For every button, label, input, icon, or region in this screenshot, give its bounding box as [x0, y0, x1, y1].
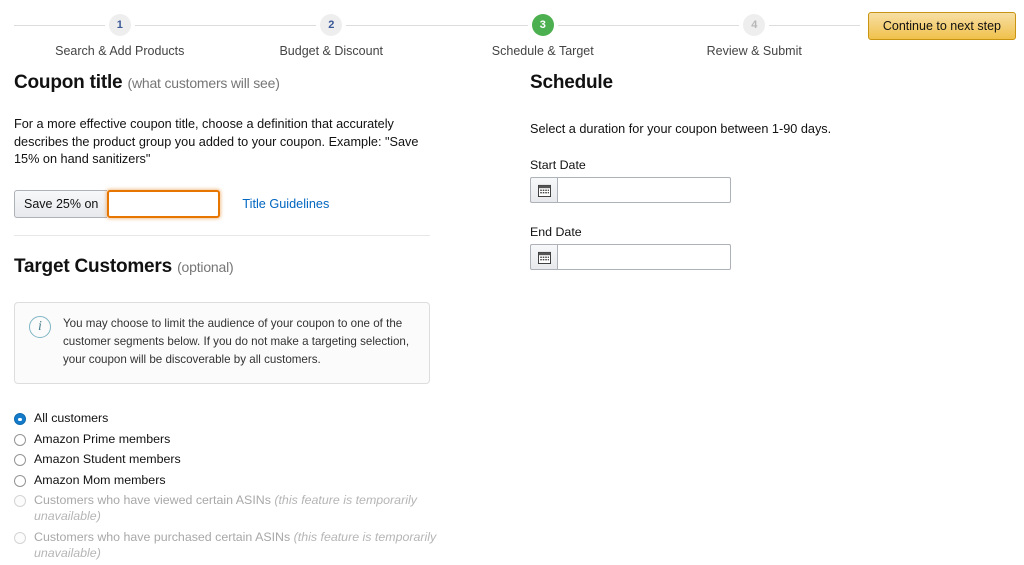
radio-option-label: Amazon Prime members [34, 431, 170, 447]
stepper-step-number: 1 [108, 14, 131, 36]
continue-to-next-step-button[interactable]: Continue to next step [867, 12, 1016, 40]
radio-option[interactable]: All customers [14, 410, 444, 426]
end-date-label: End Date [530, 225, 582, 239]
radio-option-text: Amazon Prime members [34, 431, 171, 446]
radio-button-icon[interactable] [14, 413, 26, 426]
stepper-step-3[interactable]: 3 Schedule & Target [437, 14, 649, 58]
radio-option[interactable]: Amazon Student members [14, 451, 444, 467]
coupon-title-heading-sub: (what customers will see) [127, 75, 280, 91]
radio-button-icon[interactable] [14, 474, 26, 487]
stepper-step-2[interactable]: 2 Budget & Discount [226, 14, 438, 58]
coupon-title-input-row: Save 25% on Title Guidelines [14, 189, 444, 218]
section-divider [14, 234, 430, 236]
start-date-calendar-icon[interactable] [530, 177, 557, 203]
end-date-field-group: End Date [530, 225, 930, 270]
target-customers-heading: Target Customers (optional) [14, 256, 444, 278]
radio-option: Customers who have viewed certain ASINs … [14, 492, 444, 525]
radio-option-text: Amazon Student members [34, 452, 181, 467]
radio-option-text: Customers who have viewed certain ASINs [34, 492, 271, 507]
coupon-title-heading: Coupon title (what customers will see) [14, 72, 444, 94]
end-date-input[interactable] [557, 244, 731, 270]
stepper-step-number: 4 [743, 14, 766, 36]
radio-button-icon [14, 531, 26, 544]
radio-option: Customers who have purchased certain ASI… [14, 529, 444, 562]
radio-option-label: Amazon Mom members [34, 472, 166, 488]
schedule-heading: Schedule [530, 72, 613, 93]
stepper-step-label: Review & Submit [706, 44, 802, 58]
stepper-step-label: Schedule & Target [491, 44, 594, 58]
stepper-step-label: Search & Add Products [55, 44, 185, 58]
radio-option[interactable]: Amazon Prime members [14, 431, 444, 447]
end-date-row [530, 244, 731, 270]
radio-option[interactable]: Amazon Mom members [14, 472, 444, 488]
radio-option-text: Amazon Mom members [34, 472, 166, 487]
start-date-field-group: Start Date [530, 158, 930, 203]
stepper-step-4[interactable]: 4 Review & Submit [649, 14, 861, 58]
schedule-help-text: Select a duration for your coupon betwee… [530, 122, 832, 136]
radio-button-icon[interactable] [14, 454, 26, 467]
title-guidelines-link[interactable]: Title Guidelines [242, 197, 329, 211]
target-customers-radio-group[interactable]: All customers Amazon Prime members Amazon … [14, 410, 444, 561]
radio-button-icon[interactable] [14, 433, 26, 446]
radio-option-label: All customers [34, 410, 108, 426]
radio-option-label: Amazon Student members [34, 451, 181, 467]
stepper-step-1[interactable]: 1 Search & Add Products [14, 14, 226, 58]
coupon-title-input[interactable] [107, 189, 221, 218]
end-date-calendar-icon[interactable] [530, 244, 557, 270]
stepper-step-label: Budget & Discount [279, 44, 384, 58]
radio-button-icon [14, 494, 26, 507]
progress-stepper: 1 Search & Add Products 2 Budget & Discount… [14, 14, 860, 60]
targeting-info-text: You may choose to limit the audience of … [63, 316, 410, 367]
start-date-input[interactable] [557, 177, 731, 203]
radio-option-label: Customers who have purchased certain ASI… [34, 529, 444, 562]
targeting-info-box: i You may choose to limit the audience o… [14, 301, 430, 385]
coupon-title-heading-main: Coupon title [14, 72, 123, 93]
radio-option-text: All customers [34, 411, 109, 426]
target-customers-heading-main: Target Customers [14, 255, 172, 277]
stepper-steps: 1 Search & Add Products 2 Budget & Discount… [14, 14, 860, 58]
left-column: Coupon title (what customers will see) F… [14, 72, 444, 565]
info-icon: i [29, 315, 51, 338]
start-date-row [530, 177, 731, 203]
start-date-label: Start Date [530, 158, 586, 172]
coupon-title-help-text: For a more effective coupon title, choos… [14, 117, 419, 167]
stepper-step-number: 2 [320, 14, 343, 36]
stepper-step-number: 3 [531, 14, 554, 36]
radio-option-label: Customers who have viewed certain ASINs … [34, 492, 444, 525]
right-column: Schedule Select a duration for your coup… [530, 72, 930, 270]
coupon-title-prefix: Save 25% on [14, 189, 108, 218]
target-customers-heading-sub: (optional) [177, 258, 234, 275]
radio-option-text: Customers who have purchased certain ASI… [34, 529, 291, 544]
